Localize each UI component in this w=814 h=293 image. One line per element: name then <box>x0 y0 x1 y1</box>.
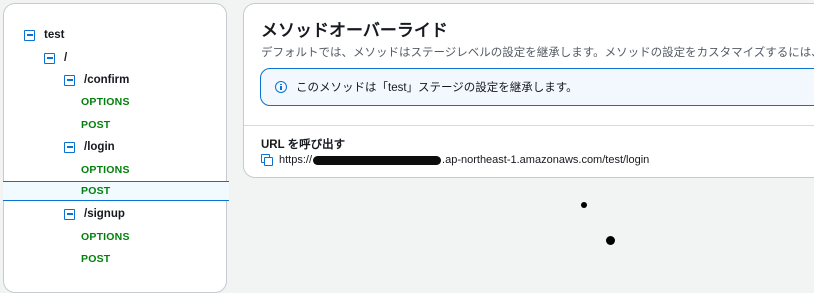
method-label: POST <box>81 185 111 197</box>
copy-icon[interactable] <box>261 154 273 166</box>
info-circle-icon <box>275 81 287 93</box>
invoke-url[interactable]: https:// .ap-northeast-1.amazonaws.com/t… <box>261 152 649 168</box>
info-alert-text: このメソッドは「test」ステージの設定を継承します。 <box>296 82 578 94</box>
tree-item-login-options[interactable]: OPTIONS <box>4 160 226 180</box>
invoke-url-prefix: https:// <box>279 154 313 166</box>
tree-item-test[interactable]: test <box>4 25 226 45</box>
collapse-icon[interactable] <box>24 29 35 41</box>
tree-item-label: /signup <box>84 208 125 220</box>
divider <box>244 125 814 126</box>
method-label: POST <box>81 119 111 131</box>
tree-item-label: /login <box>84 141 115 153</box>
tree-item-label: / <box>64 52 68 64</box>
collapse-icon[interactable] <box>44 52 55 64</box>
cursor-dot <box>606 236 615 245</box>
info-alert: このメソッドは「test」ステージの設定を継承します。 <box>260 68 814 106</box>
method-label: POST <box>81 253 111 265</box>
collapse-icon[interactable] <box>64 208 75 220</box>
method-label: OPTIONS <box>81 164 130 176</box>
tree-item-signup-post[interactable]: POST <box>4 249 226 269</box>
collapse-icon[interactable] <box>64 74 75 86</box>
tree-item-confirm[interactable]: /confirm <box>4 70 226 90</box>
tree-item-login[interactable]: /login <box>4 137 226 157</box>
panel-description: デフォルトでは、メソッドはステージレベルの設定を継承します。メソッドの設定をカス… <box>261 47 814 59</box>
tree-item-confirm-post[interactable]: POST <box>4 115 226 135</box>
tree-item-root[interactable]: / <box>4 48 226 68</box>
tree-item-login-post[interactable]: POST <box>3 181 229 201</box>
tree-item-confirm-options[interactable]: OPTIONS <box>4 92 226 112</box>
tree-item-signup-options[interactable]: OPTIONS <box>4 227 226 247</box>
method-label: OPTIONS <box>81 231 130 243</box>
panel-title: メソッドオーバーライド <box>261 21 448 40</box>
method-override-panel: メソッドオーバーライド デフォルトでは、メソッドはステージレベルの設定を継承しま… <box>243 3 814 178</box>
cursor-dot <box>581 202 587 208</box>
invoke-url-suffix: .ap-northeast-1.amazonaws.com/test/login <box>442 154 650 166</box>
redacted-block <box>313 155 442 165</box>
resource-tree-panel: test / /confirm OPTIONS POST /login OPTI… <box>3 3 229 293</box>
method-label: OPTIONS <box>81 96 130 108</box>
collapse-icon[interactable] <box>64 141 75 153</box>
tree-item-label: /confirm <box>84 74 130 86</box>
tree-item-signup[interactable]: /signup <box>4 204 226 224</box>
tree-item-label: test <box>44 29 65 41</box>
invoke-url-label: URL を呼び出す <box>261 139 346 151</box>
